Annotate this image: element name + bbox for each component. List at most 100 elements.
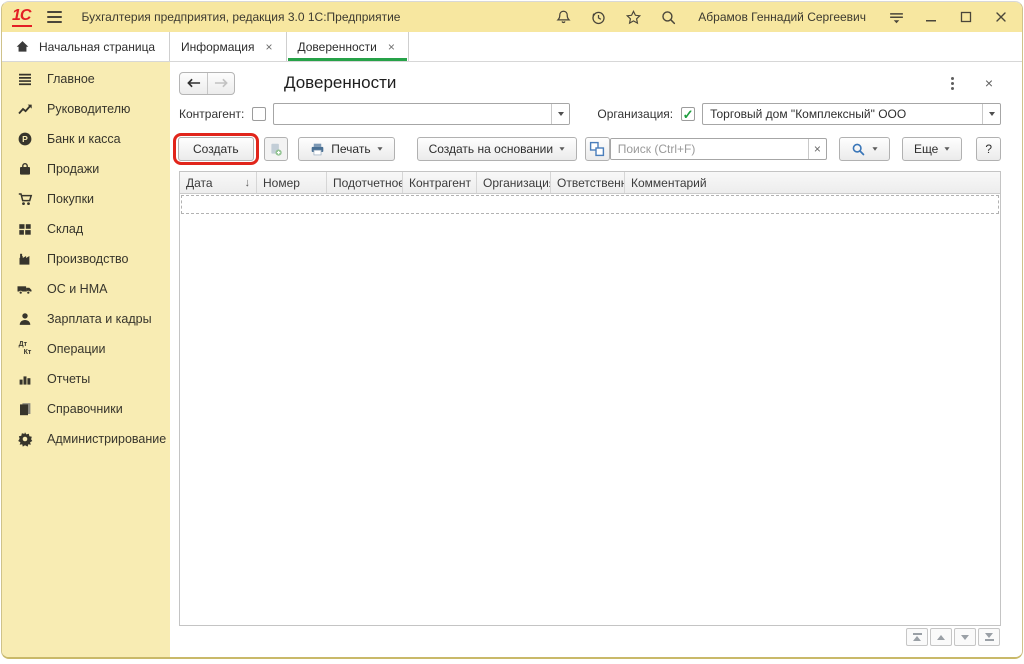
sidebar-item-sklad[interactable]: Склад xyxy=(2,214,170,244)
back-button[interactable] xyxy=(180,73,207,94)
user-name[interactable]: Абрамов Геннадий Сергеевич xyxy=(698,10,866,24)
go-first-button[interactable] xyxy=(906,628,928,646)
search-settings-button[interactable] xyxy=(839,137,890,161)
last-row-icon xyxy=(985,633,993,638)
sort-desc-icon: ↓ xyxy=(245,177,251,189)
contractor-checkbox[interactable] xyxy=(252,107,266,121)
chart-icon xyxy=(16,371,34,388)
titlebar: 1С Бухгалтерия предприятия, редакция 3.0… xyxy=(2,2,1022,32)
factory-icon xyxy=(16,251,34,268)
home-icon xyxy=(15,39,30,54)
forward-button[interactable] xyxy=(207,73,234,94)
related-documents-button[interactable] xyxy=(585,137,610,161)
related-documents-icon xyxy=(589,141,605,157)
sidebar-item-prodazhi[interactable]: Продажи xyxy=(2,154,170,184)
chevron-down-icon xyxy=(989,112,995,116)
cart-icon xyxy=(16,191,34,208)
organization-dropdown-button[interactable] xyxy=(982,104,1000,124)
sidebar-item-proizvodstvo[interactable]: Производство xyxy=(2,244,170,274)
table-header: Дата ↓ Номер Подотчетное лицо Контрагент… xyxy=(180,172,1000,194)
organization-label: Организация: xyxy=(597,107,673,121)
go-last-button[interactable] xyxy=(978,628,1000,646)
search-field: × xyxy=(610,138,827,160)
column-header-data[interactable]: Дата ↓ xyxy=(180,172,257,193)
sidebar-item-spravochniki[interactable]: Справочники xyxy=(2,394,170,424)
panel-more-icon[interactable] xyxy=(948,74,957,93)
search-input[interactable] xyxy=(611,139,808,159)
app-title: Бухгалтерия предприятия, редакция 3.0 1С… xyxy=(81,10,400,24)
print-button[interactable]: Печать xyxy=(298,137,394,161)
column-header-podotchetnoe-litso[interactable]: Подотчетное лицо xyxy=(327,172,403,193)
table-body[interactable] xyxy=(180,194,1000,625)
warehouse-icon xyxy=(16,221,34,238)
contractor-label: Контрагент: xyxy=(179,107,244,121)
list-navigation xyxy=(179,628,1001,647)
chevron-down-icon xyxy=(945,147,950,150)
maximize-button[interactable] xyxy=(957,8,975,26)
documents-list: Дата ↓ Номер Подотчетное лицо Контрагент… xyxy=(179,171,1001,626)
column-header-kommentariy[interactable]: Комментарий xyxy=(625,172,1000,193)
contractor-input[interactable] xyxy=(274,104,551,124)
window-body: Главное Руководителю Р Банк и касса Прод… xyxy=(2,62,1022,657)
sidebar-item-operatsii[interactable]: ДтКт Операции xyxy=(2,334,170,364)
home-tab[interactable]: Начальная страница xyxy=(2,32,170,61)
contractor-dropdown-button[interactable] xyxy=(551,104,569,124)
history-icon[interactable] xyxy=(589,8,607,26)
search-clear-button[interactable]: × xyxy=(808,139,826,159)
person-icon xyxy=(16,311,34,328)
organization-field xyxy=(702,103,1001,125)
home-tab-label: Начальная страница xyxy=(39,40,155,54)
sidebar-item-os-i-nma[interactable]: ОС и НМА xyxy=(2,274,170,304)
down-arrow-icon xyxy=(961,635,969,640)
annotation-highlight: Создать xyxy=(173,133,259,165)
copy-button[interactable] xyxy=(264,137,289,161)
list-toolbar: Создать Печать Создать на основании xyxy=(179,135,1001,163)
check-icon: ✓ xyxy=(683,108,694,121)
column-header-otvetstvennyy[interactable]: Ответственный xyxy=(551,172,625,193)
sidebar-item-zarplata-i-kadry[interactable]: Зарплата и кадры xyxy=(2,304,170,334)
organization-checkbox[interactable]: ✓ xyxy=(681,107,695,121)
main-menu-button[interactable] xyxy=(44,8,65,26)
help-button[interactable]: ? xyxy=(976,137,1001,161)
sidebar-item-pokupki[interactable]: Покупки xyxy=(2,184,170,214)
favorites-star-icon[interactable] xyxy=(624,8,642,26)
tab-label: Доверенности xyxy=(298,40,377,54)
notifications-bell-icon[interactable] xyxy=(554,8,572,26)
panel-actions: × xyxy=(948,74,1001,93)
column-header-nomer[interactable]: Номер xyxy=(257,172,327,193)
create-button[interactable]: Создать xyxy=(178,137,254,161)
history-nav-group xyxy=(179,72,235,95)
menu-icon xyxy=(16,71,34,88)
more-button[interactable]: Еще xyxy=(902,137,962,161)
tab-informatsiya[interactable]: Информация × xyxy=(170,32,287,61)
go-previous-button[interactable] xyxy=(930,628,952,646)
svg-text:Р: Р xyxy=(22,134,28,144)
go-next-button[interactable] xyxy=(954,628,976,646)
chevron-down-icon xyxy=(558,112,564,116)
contractor-field xyxy=(273,103,570,125)
minimize-button[interactable] xyxy=(922,8,940,26)
global-search-icon[interactable] xyxy=(659,8,677,26)
service-settings-icon[interactable] xyxy=(887,8,905,26)
panel-close-icon[interactable]: × xyxy=(985,76,993,90)
sidebar-item-otchety[interactable]: Отчеты xyxy=(2,364,170,394)
ruble-circle-icon: Р xyxy=(16,131,34,148)
create-based-on-button[interactable]: Создать на основании xyxy=(417,137,578,161)
sidebar-item-rukovoditelyu[interactable]: Руководителю xyxy=(2,94,170,124)
tab-close-icon[interactable]: × xyxy=(386,39,397,55)
sidebar-item-bank-i-kassa[interactable]: Р Банк и касса xyxy=(2,124,170,154)
tab-doverennosti[interactable]: Доверенности × xyxy=(287,32,409,61)
organization-input[interactable] xyxy=(703,104,982,124)
column-header-kontragent[interactable]: Контрагент xyxy=(403,172,477,193)
tab-close-icon[interactable]: × xyxy=(263,39,274,55)
column-header-organizatsiya[interactable]: Организация xyxy=(477,172,551,193)
close-button[interactable] xyxy=(992,8,1010,26)
page-title: Доверенности xyxy=(284,73,396,93)
search-icon xyxy=(851,142,866,157)
1c-logo-icon: 1С xyxy=(12,8,32,27)
sidebar-item-glavnoe[interactable]: Главное xyxy=(2,64,170,94)
gear-icon xyxy=(16,431,34,448)
panel-header: Доверенности × xyxy=(179,67,1001,99)
printer-icon xyxy=(310,142,325,157)
sidebar-item-administrirovanie[interactable]: Администрирование xyxy=(2,424,170,454)
